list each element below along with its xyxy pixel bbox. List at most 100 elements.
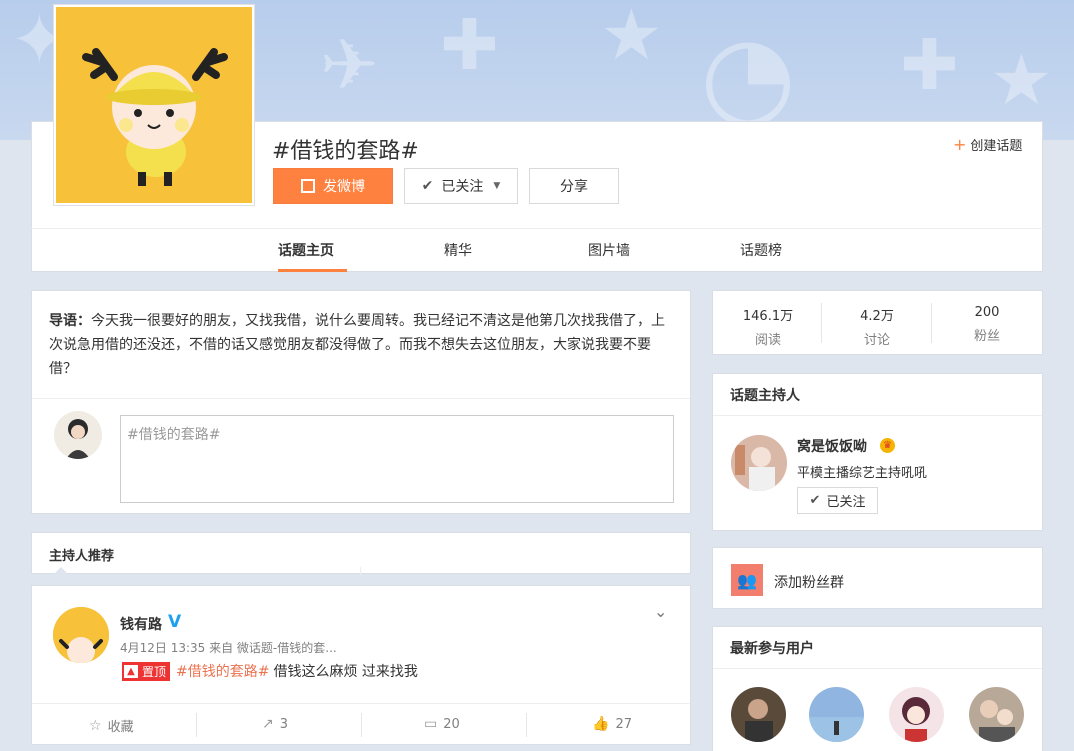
divider xyxy=(526,713,527,737)
banner-plus-icon: ✚ xyxy=(900,24,959,106)
stat-discussions-label: 讨论 xyxy=(863,333,890,348)
divider xyxy=(361,713,362,737)
host-recommend-bar: 主持人推荐 xyxy=(31,532,691,575)
active-tab-indicator xyxy=(278,269,347,272)
latest-user-avatar[interactable] xyxy=(969,687,1024,742)
post-text: 借钱这么麻烦 过来找我 xyxy=(273,664,418,680)
host-photo-icon xyxy=(731,435,787,491)
post-meta: 4月12日 13:35 来自 微话题-借钱的套... xyxy=(120,641,337,655)
latest-user-avatar[interactable] xyxy=(889,687,944,742)
compose-input[interactable]: #借钱的套路# xyxy=(120,415,674,503)
topic-host-card: 话题主持人 窝是饭饭呦 ♛ 平模主播综艺主持吼吼 ✔ 已关注 xyxy=(712,373,1043,531)
latest-users-title: 最新参与用户 xyxy=(730,641,814,657)
banner-star-icon: ★ xyxy=(990,39,1053,121)
pointer-notch xyxy=(54,567,68,574)
user-photo-icon xyxy=(809,717,864,742)
checkmark-icon: ✔ xyxy=(421,178,434,194)
tab-topic-home[interactable]: 话题主页 xyxy=(278,240,334,260)
topic-tabs: 话题主页 精华 图片墙 话题榜 xyxy=(31,228,1043,272)
add-fan-group-label: 添加粉丝群 xyxy=(774,575,844,591)
like-count: 27 xyxy=(615,716,632,732)
favorite-label: 收藏 xyxy=(107,720,134,735)
stat-fans: 200 粉丝 xyxy=(932,305,1042,344)
pinned-badge: ▲ 置顶 xyxy=(122,661,171,681)
create-topic-label: 创建话题 xyxy=(970,139,1023,154)
host-description: 平模主播综艺主持吼吼 xyxy=(797,466,928,481)
deer-mascot-icon xyxy=(82,48,228,186)
checkmark-icon: ✔ xyxy=(809,493,821,508)
tab-topic-ranking[interactable]: 话题榜 xyxy=(740,240,782,260)
follow-topic-label: 已关注 xyxy=(441,179,484,195)
host-name[interactable]: 窝是饭饭呦 xyxy=(797,436,867,456)
user-avatar-icon xyxy=(66,419,90,459)
divider xyxy=(196,713,197,737)
comment-count: 20 xyxy=(443,716,460,732)
post-weibo-button[interactable]: 发微博 xyxy=(273,168,393,204)
latest-user-avatar[interactable] xyxy=(731,687,786,742)
caret-down-icon: ▼ xyxy=(493,181,501,191)
fan-group-icon: 👥 xyxy=(731,564,763,596)
add-fan-group-card[interactable]: 👥 添加粉丝群 xyxy=(712,547,1043,609)
favorite-button[interactable]: ☆ 收藏 xyxy=(89,716,134,736)
user-photo-icon xyxy=(902,697,930,742)
host-follow-label: 已关注 xyxy=(826,495,866,510)
stat-fans-num: 200 xyxy=(974,305,1000,320)
share-label: 分享 xyxy=(560,179,588,195)
pin-top-icon: ▲ xyxy=(124,664,138,678)
post-weibo-label: 发微博 xyxy=(323,179,365,195)
banner-circle-icon: ◔ xyxy=(700,11,796,139)
stat-discussions-num: 4.2万 xyxy=(860,309,894,324)
share-button[interactable]: 分享 xyxy=(529,168,619,204)
divider xyxy=(713,415,1042,416)
repost-icon: ↗ xyxy=(262,716,274,732)
stat-reads-num: 146.1万 xyxy=(742,309,794,324)
create-topic-link[interactable]: + 创建话题 xyxy=(953,135,1022,154)
post-author-name[interactable]: 钱有路 xyxy=(120,614,162,634)
stat-fans-label: 粉丝 xyxy=(973,329,1000,344)
intro-card: 导语：今天我一很要好的朋友，又找我借，说什么要周转。我已经记不清这是他第几次找我… xyxy=(31,290,691,514)
post-author-avatar[interactable] xyxy=(53,607,109,663)
weibo-post: 钱有路 V 4月12日 13:35 来自 微话题-借钱的套... ▲ 置顶 #借钱… xyxy=(31,585,691,745)
host-recommend-title: 主持人推荐 xyxy=(49,549,115,564)
banner-gear-icon: ✚ xyxy=(440,4,499,86)
post-content: ▲ 置顶 #借钱的套路# 借钱这么麻烦 过来找我 xyxy=(122,661,418,681)
star-icon: ☆ xyxy=(89,717,102,734)
crown-badge-icon: ♛ xyxy=(880,438,895,453)
chevron-down-icon[interactable]: ⌄ xyxy=(654,602,667,621)
post-action-bar: ☆ 收藏 ↗ 3 ▭ 20 👍 27 xyxy=(32,703,690,745)
host-avatar[interactable] xyxy=(731,435,787,491)
stat-reads: 146.1万 阅读 xyxy=(713,305,823,348)
divider xyxy=(713,668,1042,669)
repost-button[interactable]: ↗ 3 xyxy=(262,716,288,732)
topic-avatar-image xyxy=(56,7,252,203)
tab-photo-wall[interactable]: 图片墙 xyxy=(588,240,630,260)
topic-host-title: 话题主持人 xyxy=(730,388,800,404)
plus-icon: + xyxy=(953,135,967,154)
topic-tag-link[interactable]: #借钱的套路# xyxy=(176,661,269,681)
host-follow-button[interactable]: ✔ 已关注 xyxy=(797,487,878,514)
edit-icon xyxy=(301,179,315,193)
banner-star-icon: ★ xyxy=(600,0,663,76)
comment-icon: ▭ xyxy=(424,716,438,732)
stat-reads-label: 阅读 xyxy=(754,333,781,348)
thumbs-up-icon: 👍 xyxy=(592,716,610,732)
deer-mascot-icon xyxy=(53,607,109,663)
my-avatar[interactable] xyxy=(54,411,102,459)
divider xyxy=(360,567,361,575)
intro-body: 今天我一很要好的朋友，又找我借，说什么要周转。我已经记不清这是他第几次找我借了，… xyxy=(49,313,665,377)
follow-topic-button[interactable]: ✔ 已关注 ▼ xyxy=(404,168,518,204)
topic-stats: 146.1万 阅读 4.2万讨论 200 粉丝 xyxy=(712,290,1043,355)
tab-essence[interactable]: 精华 xyxy=(444,240,472,260)
user-photo-icon xyxy=(979,700,1015,742)
pinned-label: 置顶 xyxy=(142,664,167,679)
comment-button[interactable]: ▭ 20 xyxy=(424,716,460,732)
stat-discussions: 4.2万讨论 xyxy=(822,305,932,348)
topic-title: #借钱的套路# xyxy=(272,139,419,164)
banner-plane-icon: ✈ xyxy=(320,24,379,106)
user-photo-icon xyxy=(745,699,773,742)
latest-user-avatar[interactable] xyxy=(809,687,864,742)
latest-users-card: 最新参与用户 xyxy=(712,626,1043,751)
divider xyxy=(32,398,690,399)
intro-prefix: 导语： xyxy=(49,313,91,329)
like-button[interactable]: 👍 27 xyxy=(592,716,632,732)
